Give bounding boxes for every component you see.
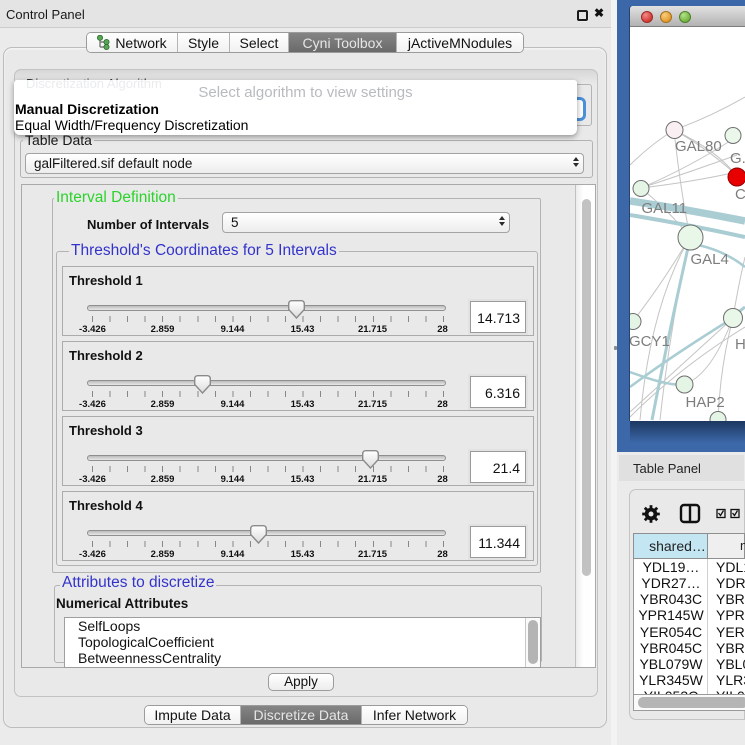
svg-text:G.: G. <box>730 150 745 167</box>
svg-text:GCY1: GCY1 <box>630 333 670 350</box>
svg-text:HAP2: HAP2 <box>686 394 725 411</box>
svg-text:GAL4: GAL4 <box>691 251 729 268</box>
svg-text:H: H <box>735 336 745 353</box>
svg-text:C: C <box>735 186 745 203</box>
svg-text:GAL80: GAL80 <box>675 138 722 155</box>
svg-text:GAL11: GAL11 <box>642 200 688 217</box>
